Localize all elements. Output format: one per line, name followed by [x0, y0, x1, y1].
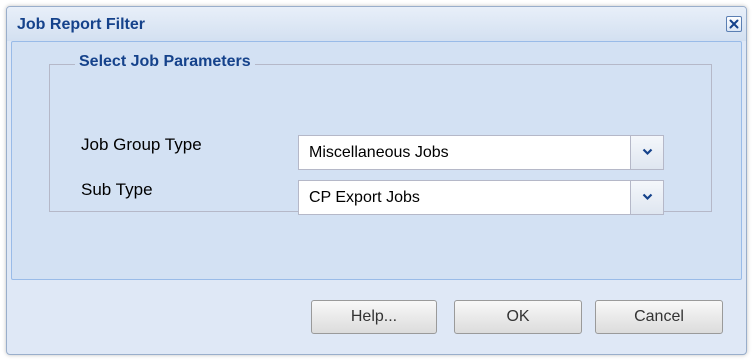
chevron-down-icon [642, 193, 653, 201]
ok-button[interactable]: OK [454, 300, 582, 334]
sub-type-select[interactable]: CP Export Jobs [298, 180, 664, 215]
close-button[interactable] [726, 16, 742, 32]
job-report-filter-dialog: Job Report Filter Select Job Parameters … [6, 6, 747, 355]
job-group-type-dropdown-button[interactable] [630, 136, 663, 169]
fieldset-legend: Select Job Parameters [75, 53, 255, 71]
sub-type-label: Sub Type [81, 180, 153, 199]
cancel-button[interactable]: Cancel [595, 300, 723, 334]
job-group-type-select[interactable]: Miscellaneous Jobs [298, 135, 664, 170]
dialog-title: Job Report Filter [17, 16, 146, 33]
sub-type-dropdown-button[interactable] [630, 181, 663, 214]
chevron-down-icon [642, 148, 653, 156]
close-icon [729, 19, 739, 29]
dialog-titlebar[interactable]: Job Report Filter [7, 7, 746, 41]
help-button[interactable]: Help... [311, 300, 437, 334]
job-group-type-label: Job Group Type [81, 135, 202, 154]
job-group-type-value: Miscellaneous Jobs [309, 144, 449, 161]
sub-type-value: CP Export Jobs [309, 189, 420, 206]
